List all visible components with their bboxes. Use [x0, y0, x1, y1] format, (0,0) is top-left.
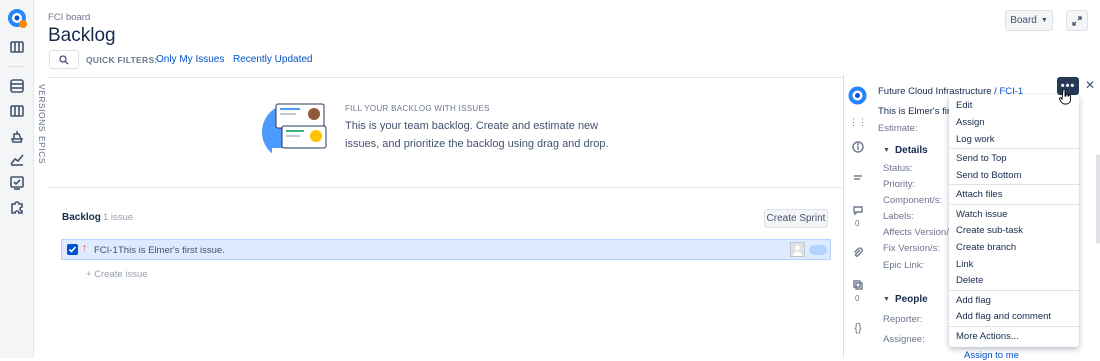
menu-item-send-to-bottom[interactable]: Send to Bottom	[956, 170, 1021, 181]
development-icon[interactable]: {}	[852, 322, 864, 334]
more-actions-menu: Edit Assign Log work Send to Top Send to…	[949, 95, 1079, 347]
details-heading: Details	[894, 145, 928, 156]
releases-icon[interactable]	[8, 127, 26, 145]
menu-item-create-sub-task[interactable]: Create sub-task	[956, 225, 1023, 236]
field-components: Component/s:	[883, 195, 943, 206]
issue-summary-title[interactable]: This is Elmer's first	[878, 106, 957, 117]
field-status: Status:	[883, 163, 913, 174]
menu-item-edit[interactable]: Edit	[956, 100, 972, 111]
create-sprint-button[interactable]: Create Sprint	[764, 209, 828, 228]
comment-icon[interactable]	[852, 204, 864, 216]
menu-item-attach-files[interactable]: Attach files	[956, 189, 1002, 200]
project-avatar[interactable]	[7, 8, 27, 28]
people-heading: People	[894, 294, 928, 305]
menu-divider	[949, 204, 1079, 205]
nav-divider	[8, 66, 26, 67]
subtask-icon[interactable]	[852, 279, 864, 291]
checkbox-icon[interactable]	[67, 244, 78, 255]
section-divider	[47, 187, 843, 188]
menu-item-log-work[interactable]: Log work	[956, 134, 995, 145]
chevron-down-icon: ▼	[1040, 17, 1048, 24]
menu-item-assign[interactable]: Assign	[956, 117, 985, 128]
menu-item-watch-issue[interactable]: Watch issue	[956, 209, 1007, 220]
field-fix-versions: Fix Version/s:	[883, 243, 941, 254]
menu-item-create-branch[interactable]: Create branch	[956, 242, 1016, 253]
priority-high-icon: ↑	[82, 242, 88, 254]
backlog-issue-count: 1 issue	[103, 212, 134, 223]
menu-item-add-flag-and-comment[interactable]: Add flag and comment	[956, 311, 1051, 322]
menu-item-send-to-top[interactable]: Send to Top	[956, 153, 1007, 164]
reports-icon[interactable]	[8, 150, 26, 168]
backlog-icon[interactable]	[8, 77, 26, 95]
assign-to-me-link[interactable]: Assign to me	[964, 350, 1019, 361]
field-reporter: Reporter:	[883, 314, 923, 325]
drag-handle-icon[interactable]: ⋮⋮	[849, 116, 867, 128]
field-labels: Labels:	[883, 211, 914, 222]
tab-epics[interactable]: EPICS	[34, 136, 47, 164]
global-sidebar	[0, 0, 34, 358]
components-icon[interactable]	[8, 198, 26, 216]
chevron-down-icon: ▼	[883, 147, 890, 154]
filter-recently-updated[interactable]: Recently Updated	[233, 54, 313, 65]
create-issue-link[interactable]: + Create issue	[86, 269, 148, 280]
hand-cursor-icon	[1059, 89, 1073, 105]
fullscreen-button[interactable]	[1066, 10, 1088, 31]
field-priority: Priority:	[883, 179, 916, 190]
subtasks-count: 0	[855, 294, 860, 303]
filter-only-my-issues[interactable]: Only My Issues	[156, 54, 224, 65]
breadcrumb[interactable]: FCI board	[48, 12, 90, 23]
info-icon[interactable]	[852, 141, 864, 153]
side-tabs: VERSIONS EPICS	[34, 78, 47, 358]
field-affects-versions: Affects Version/s:	[883, 227, 957, 238]
estimate-badge	[809, 245, 827, 255]
backlog-label: Backlog	[62, 212, 101, 223]
menu-item-more-actions[interactable]: More Actions...	[956, 331, 1019, 342]
estimate-label: Estimate:	[878, 123, 918, 134]
menu-divider	[949, 326, 1079, 327]
empty-state-heading: FILL YOUR BACKLOG WITH ISSUES	[345, 104, 490, 113]
field-epic-link: Epic Link:	[883, 260, 925, 271]
table-row[interactable]: ↑ FCI-1 This is Elmer's first issue.	[61, 239, 831, 260]
expand-icon	[1072, 15, 1082, 26]
avatar	[790, 242, 805, 257]
chevron-down-icon: ▼	[883, 296, 890, 303]
issue-summary: This is Elmer's first issue.	[118, 245, 225, 256]
field-assignee: Assignee:	[883, 334, 925, 345]
description-icon[interactable]	[852, 172, 864, 184]
menu-item-delete[interactable]: Delete	[956, 275, 983, 286]
backlog-illustration	[256, 96, 334, 162]
scrollbar[interactable]	[1096, 154, 1100, 244]
details-section-header[interactable]: ▼ Details	[883, 145, 928, 156]
people-section-header[interactable]: ▼ People	[883, 294, 928, 305]
comments-count: 0	[855, 219, 860, 228]
board-icon[interactable]	[8, 38, 26, 56]
issues-icon[interactable]	[8, 174, 26, 192]
board-button-label: Board	[1010, 15, 1037, 26]
menu-divider	[949, 148, 1079, 149]
page-title: Backlog	[48, 25, 116, 46]
menu-item-link[interactable]: Link	[956, 259, 973, 270]
attachment-icon[interactable]	[852, 247, 864, 259]
search-icon	[59, 54, 69, 64]
menu-item-add-flag[interactable]: Add flag	[956, 295, 991, 306]
empty-state-text: This is your team backlog. Create and es…	[345, 120, 609, 150]
active-sprints-icon[interactable]	[8, 102, 26, 120]
menu-divider	[949, 184, 1079, 185]
search-input[interactable]	[49, 50, 79, 69]
menu-divider	[949, 290, 1079, 291]
tab-versions[interactable]: VERSIONS	[34, 84, 47, 132]
issue-key[interactable]: FCI-1	[94, 245, 118, 256]
quick-filters-label: QUICK FILTERS:	[86, 55, 158, 65]
close-icon[interactable]: ✕	[1085, 78, 1095, 92]
issue-avatar	[848, 86, 867, 105]
board-dropdown-button[interactable]: Board ▼	[1005, 10, 1053, 31]
header-divider	[47, 77, 843, 78]
